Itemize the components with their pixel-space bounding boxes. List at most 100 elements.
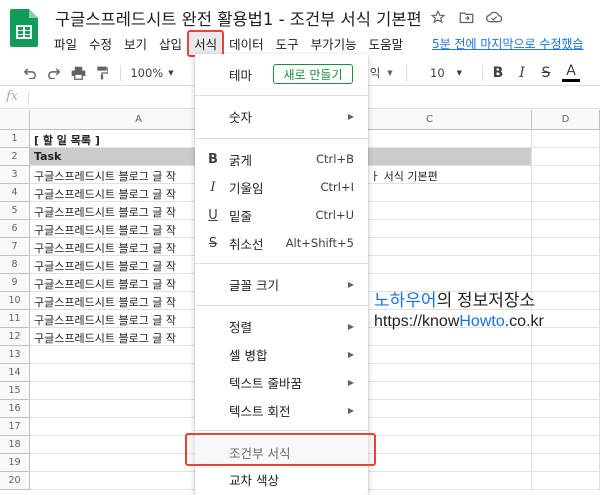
dropdown-arrow-icon: ▼ <box>168 69 174 77</box>
menu-align[interactable]: 정렬 ▶ <box>195 312 368 340</box>
zoom-select[interactable]: 100% ▼ <box>128 63 176 83</box>
menu-tools[interactable]: 도구 <box>270 31 305 56</box>
menu-font-size[interactable]: 글꼴 크기 ▶ <box>195 270 368 298</box>
last-edit-link[interactable]: 5분 전에 마지막으로 수정했습 <box>432 35 584 52</box>
cell-d[interactable] <box>532 184 600 202</box>
cell-d[interactable] <box>532 364 600 382</box>
watermark-name-highlight: 노하우어 <box>374 291 437 310</box>
italic-icon: I <box>210 179 216 195</box>
strikethrough-icon: S <box>208 235 218 251</box>
submenu-arrow-icon: ▶ <box>347 111 354 121</box>
cell-d[interactable] <box>532 382 600 400</box>
row-header[interactable]: 4 <box>0 184 30 202</box>
fx-label: fx <box>6 89 19 104</box>
row-header[interactable]: 1 <box>0 130 30 148</box>
print-icon[interactable] <box>68 63 88 83</box>
menu-number[interactable]: 숫자 ▶ <box>195 102 368 130</box>
row-header[interactable]: 11 <box>0 310 30 328</box>
menu-file[interactable]: 파일 <box>48 31 83 56</box>
row-header[interactable]: 10 <box>0 292 30 310</box>
menu-insert[interactable]: 삽입 <box>153 31 188 56</box>
dropdown-arrow-icon: ▼ <box>387 69 393 77</box>
undo-icon[interactable] <box>20 63 40 83</box>
menu-theme[interactable]: 테마 새로 만들기 <box>195 60 368 88</box>
submenu-arrow-icon: ▶ <box>347 321 354 331</box>
menu-strikethrough[interactable]: S 취소선 Alt+Shift+5 <box>195 229 368 257</box>
row-header[interactable]: 3 <box>0 166 30 184</box>
cell-d[interactable] <box>532 436 600 454</box>
menu-text-wrap[interactable]: 텍스트 줄바꿈 ▶ <box>195 368 368 396</box>
cell-d[interactable] <box>532 148 600 166</box>
menu-view[interactable]: 보기 <box>118 31 153 56</box>
star-icon[interactable] <box>430 9 446 25</box>
font-size-select[interactable]: 10 ▼ <box>430 63 463 83</box>
row-header[interactable]: 5 <box>0 202 30 220</box>
watermark-url-post: .co.kr <box>504 313 544 330</box>
watermark-url-highlight: Howto <box>459 313 505 330</box>
cell-d[interactable] <box>532 220 600 238</box>
conditional-formatting-highlight <box>185 433 376 466</box>
select-all-corner[interactable] <box>0 110 30 130</box>
font-family-select[interactable]: 익 <box>368 63 382 83</box>
strikethrough-button[interactable]: S <box>538 63 554 83</box>
format-menu-dropdown: 테마 새로 만들기 숫자 ▶ B 굵게 Ctrl+B I 기울임 Ctrl+I … <box>195 54 368 495</box>
row-header[interactable]: 15 <box>0 382 30 400</box>
row-header[interactable]: 13 <box>0 346 30 364</box>
column-header-d[interactable]: D <box>532 110 600 130</box>
menu-edit[interactable]: 수정 <box>83 31 118 56</box>
cell-d[interactable] <box>532 418 600 436</box>
row-header[interactable]: 8 <box>0 256 30 274</box>
dropdown-arrow-icon: ▼ <box>456 69 463 77</box>
cell-d[interactable] <box>532 130 600 148</box>
cell-d[interactable] <box>532 202 600 220</box>
row-header[interactable]: 12 <box>0 328 30 346</box>
cell-d[interactable] <box>532 400 600 418</box>
cloud-status-icon[interactable] <box>486 9 502 25</box>
row-header[interactable]: 7 <box>0 238 30 256</box>
italic-button[interactable]: I <box>514 63 530 83</box>
redo-icon[interactable] <box>44 63 64 83</box>
bold-icon: B <box>208 151 218 167</box>
watermark: 노하우어의 정보저장소 https://knowHowto.co.kr <box>374 286 544 331</box>
cell-d[interactable] <box>532 238 600 256</box>
google-sheets-logo[interactable] <box>10 9 38 47</box>
menu-bold[interactable]: B 굵게 Ctrl+B <box>195 145 368 173</box>
underline-icon: U <box>208 207 218 223</box>
row-header[interactable]: 6 <box>0 220 30 238</box>
cell-d[interactable] <box>532 454 600 472</box>
menu-merge-cells[interactable]: 셀 병합 ▶ <box>195 340 368 368</box>
document-title[interactable]: 구글스프레드시트 완전 활용법1 - 조건부 서식 기본편 <box>55 6 422 30</box>
menu-format[interactable]: 서식 <box>187 29 225 57</box>
row-header[interactable]: 19 <box>0 454 30 472</box>
submenu-arrow-icon: ▶ <box>347 377 354 387</box>
row-header[interactable]: 17 <box>0 418 30 436</box>
text-color-button[interactable]: A <box>562 63 580 82</box>
menu-bar: 파일 수정 보기 삽입 서식 데이터 도구 부가기능 도움말 <box>48 29 410 57</box>
submenu-arrow-icon: ▶ <box>347 405 354 415</box>
move-folder-icon[interactable] <box>458 9 474 25</box>
theme-new-button[interactable]: 새로 만들기 <box>273 64 353 84</box>
cell-d[interactable] <box>532 472 600 490</box>
paint-format-icon[interactable] <box>92 63 112 83</box>
menu-text-rotate[interactable]: 텍스트 회전 ▶ <box>195 396 368 424</box>
menu-italic[interactable]: I 기울임 Ctrl+I <box>195 173 368 201</box>
cell-d[interactable] <box>532 346 600 364</box>
bold-button[interactable]: B <box>490 63 506 83</box>
watermark-url-pre: https://know <box>374 313 460 330</box>
submenu-arrow-icon: ▶ <box>347 349 354 359</box>
menu-help[interactable]: 도움말 <box>363 31 410 56</box>
row-header[interactable]: 9 <box>0 274 30 292</box>
row-header[interactable]: 16 <box>0 400 30 418</box>
submenu-arrow-icon: ▶ <box>347 279 354 289</box>
watermark-name-rest: 의 정보저장소 <box>436 291 536 310</box>
row-header[interactable]: 14 <box>0 364 30 382</box>
cell-d[interactable] <box>532 166 600 184</box>
cell-d[interactable] <box>532 256 600 274</box>
row-header[interactable]: 2 <box>0 148 30 166</box>
menu-data[interactable]: 데이터 <box>223 31 270 56</box>
menu-addons[interactable]: 부가기능 <box>305 31 363 56</box>
row-header[interactable]: 20 <box>0 472 30 490</box>
menu-alternating-colors[interactable]: 교차 색상 <box>195 465 368 493</box>
row-header[interactable]: 18 <box>0 436 30 454</box>
menu-underline[interactable]: U 밑줄 Ctrl+U <box>195 201 368 229</box>
